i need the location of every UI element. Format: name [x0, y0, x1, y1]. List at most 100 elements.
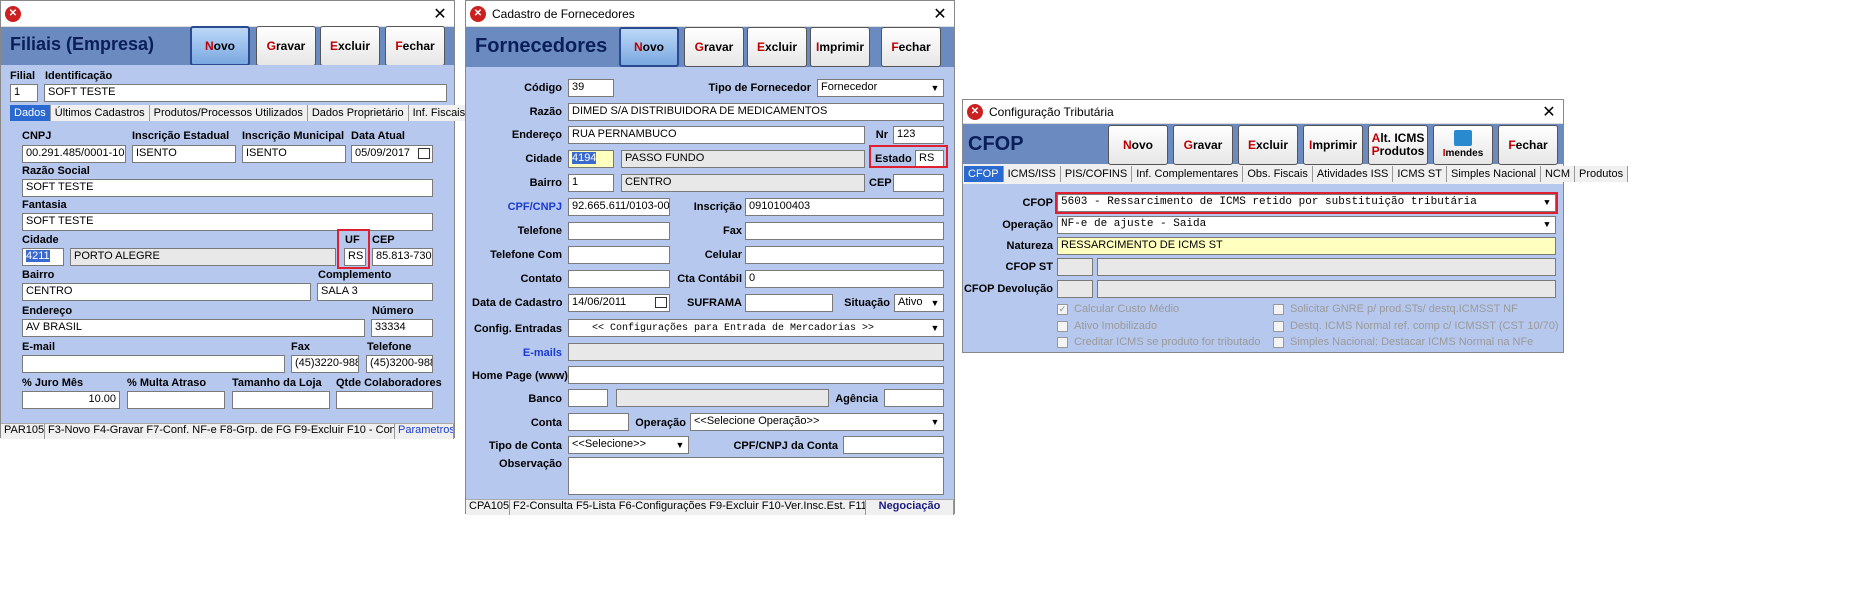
bairro-input[interactable]: CENTRO: [22, 283, 311, 301]
close-icon[interactable]: ✕: [426, 4, 454, 24]
tab-inf-complementares[interactable]: Inf. Complementares: [1132, 166, 1244, 182]
tab-dados-proprietario[interactable]: Dados Proprietário: [307, 105, 409, 121]
ie-input[interactable]: ISENTO: [132, 145, 236, 163]
tipo-fornecedor-select[interactable]: Fornecedor ▼: [817, 79, 944, 97]
tab-dados[interactable]: Dados: [10, 105, 51, 121]
cta-contabil-input[interactable]: 0: [745, 270, 944, 288]
im-input[interactable]: ISENTO: [242, 145, 346, 163]
cnpj-input[interactable]: 00.291.485/0001-10: [22, 145, 126, 163]
celular-input[interactable]: [745, 246, 944, 264]
multa-input[interactable]: [127, 391, 225, 409]
emails-link[interactable]: E-mails: [496, 347, 562, 359]
simples-nacional-checkbox[interactable]: Simples Nacional: Destacar ICMS Normal n…: [1273, 336, 1533, 348]
observacao-textarea[interactable]: [568, 457, 944, 495]
razao-input[interactable]: SOFT TESTE: [22, 179, 433, 197]
endereco-input[interactable]: RUA PERNAMBUCO: [568, 126, 865, 144]
natureza-input[interactable]: RESSARCIMENTO DE ICMS ST: [1057, 237, 1556, 255]
operacao-select[interactable]: <<Selecione Operação>> ▼: [690, 413, 944, 431]
tab-atividades-iss[interactable]: Atividades ISS: [1312, 166, 1394, 182]
gravar-button[interactable]: Gravar: [1173, 125, 1233, 165]
bairro-input[interactable]: CENTRO: [621, 174, 865, 192]
codigo-input[interactable]: 39: [568, 79, 614, 97]
calendar-icon[interactable]: [418, 148, 430, 159]
telefone-input[interactable]: [568, 222, 670, 240]
contato-input[interactable]: [568, 270, 670, 288]
tipo-conta-select[interactable]: <<Selecione>> ▼: [568, 436, 689, 454]
homepage-input[interactable]: [568, 366, 944, 384]
tab-obs-fiscais[interactable]: Obs. Fiscais: [1243, 166, 1313, 182]
tab-cfop[interactable]: CFOP: [964, 166, 1004, 182]
gravar-button[interactable]: Gravar: [684, 27, 744, 67]
suframa-input[interactable]: [745, 294, 833, 312]
filial-input[interactable]: 1: [10, 84, 38, 102]
cpf-cnpj-link[interactable]: CPF/CNPJ: [496, 201, 562, 213]
fax-input[interactable]: (45)3220-9889: [291, 355, 359, 373]
imendes-button[interactable]: Imendes: [1433, 125, 1493, 165]
tab-ultimos-cadastros[interactable]: Últimos Cadastros: [50, 105, 150, 121]
imprimir-button[interactable]: Imprimir: [810, 27, 870, 67]
complemento-input[interactable]: SALA 3: [317, 283, 433, 301]
gravar-button[interactable]: Gravar: [256, 26, 316, 66]
tab-icms-iss[interactable]: ICMS/ISS: [1003, 166, 1061, 182]
banco-input[interactable]: [616, 389, 829, 407]
parametros-link[interactable]: Parametros: [395, 424, 454, 439]
juro-input[interactable]: 10.00: [22, 391, 120, 409]
imprimir-button[interactable]: Imprimir: [1303, 125, 1363, 165]
calcular-custo-checkbox[interactable]: ✓ Calcular Custo Médio: [1057, 303, 1179, 315]
novo-button[interactable]: Novo: [190, 26, 250, 66]
banco-codigo-input[interactable]: [568, 389, 608, 407]
tab-simples-nacional[interactable]: Simples Nacional: [1447, 166, 1541, 182]
qtde-input[interactable]: [336, 391, 433, 409]
data-cadastro-input[interactable]: 14/06/2011: [568, 294, 670, 312]
cfop-devolucao-input[interactable]: [1097, 280, 1556, 298]
excluir-button[interactable]: Excluir: [320, 26, 380, 66]
telefone-input[interactable]: (45)3200-9889: [366, 355, 433, 373]
tamanho-input[interactable]: [232, 391, 330, 409]
novo-button[interactable]: Novo: [1108, 125, 1168, 165]
creditar-icms-checkbox[interactable]: Creditar ICMS se produto for tributado: [1057, 336, 1260, 348]
telefone-com-input[interactable]: [568, 246, 670, 264]
tab-ncm[interactable]: NCM: [1540, 166, 1576, 182]
cpf-conta-input[interactable]: [843, 436, 944, 454]
negociacao-button[interactable]: Negociação: [866, 500, 954, 515]
bairro-codigo-input[interactable]: 1: [568, 174, 614, 192]
cidade-input[interactable]: PASSO FUNDO: [621, 150, 865, 168]
tab-produtos[interactable]: Produtos: [1575, 166, 1629, 182]
ativo-imobilizado-checkbox[interactable]: Ativo Imobilizado: [1057, 320, 1157, 332]
email-input[interactable]: [22, 355, 285, 373]
tab-pis-cofins[interactable]: PIS/COFINS: [1060, 166, 1133, 182]
cidade-codigo-input[interactable]: 4211: [22, 248, 64, 266]
cfop-devolucao-code-input[interactable]: [1057, 280, 1093, 298]
identificacao-input[interactable]: SOFT TESTE: [44, 84, 447, 102]
operacao-select[interactable]: NF-e de ajuste - Saida ▼: [1057, 216, 1556, 234]
fechar-button[interactable]: Fechar: [385, 26, 445, 66]
close-icon[interactable]: ✕: [926, 4, 954, 24]
emails-input[interactable]: [568, 343, 944, 361]
cidade-codigo-input[interactable]: 4194: [568, 150, 614, 168]
cep-input[interactable]: [893, 174, 944, 192]
conta-input[interactable]: [568, 413, 629, 431]
endereco-input[interactable]: AV BRASIL: [22, 319, 365, 337]
excluir-button[interactable]: Excluir: [1238, 125, 1298, 165]
nr-input[interactable]: 123: [893, 126, 944, 144]
cidade-input[interactable]: PORTO ALEGRE: [70, 248, 336, 266]
destq-icms-checkbox[interactable]: Destq. ICMS Normal ref. comp c/ ICMSST (…: [1273, 320, 1559, 332]
fax-input[interactable]: [745, 222, 944, 240]
razao-input[interactable]: DIMED S/A DISTRIBUIDORA DE MEDICAMENTOS: [568, 103, 944, 121]
cep-input[interactable]: 85.813-730: [372, 248, 433, 266]
solicitar-gnre-checkbox[interactable]: Solicitar GNRE p/ prod.STs/ destq.ICMSST…: [1273, 303, 1518, 315]
fechar-button[interactable]: Fechar: [881, 27, 941, 67]
calendar-icon[interactable]: [655, 297, 667, 308]
config-entradas-select[interactable]: << Configurações para Entrada de Mercado…: [568, 319, 944, 337]
inscricao-input[interactable]: 0910100403: [745, 198, 944, 216]
tab-icms-st[interactable]: ICMS ST: [1393, 166, 1447, 182]
agencia-input[interactable]: [884, 389, 944, 407]
tab-inf-fiscais[interactable]: Inf. Fiscais: [408, 105, 471, 121]
cfop-st-input[interactable]: [1097, 258, 1556, 276]
alt-icms-produtos-button[interactable]: Alt. ICMS Produtos: [1368, 125, 1428, 165]
excluir-button[interactable]: Excluir: [747, 27, 807, 67]
numero-input[interactable]: 33334: [371, 319, 433, 337]
cpf-cnpj-input[interactable]: 92.665.611/0103-00: [568, 198, 670, 216]
fechar-button[interactable]: Fechar: [1498, 125, 1558, 165]
fantasia-input[interactable]: SOFT TESTE: [22, 213, 433, 231]
